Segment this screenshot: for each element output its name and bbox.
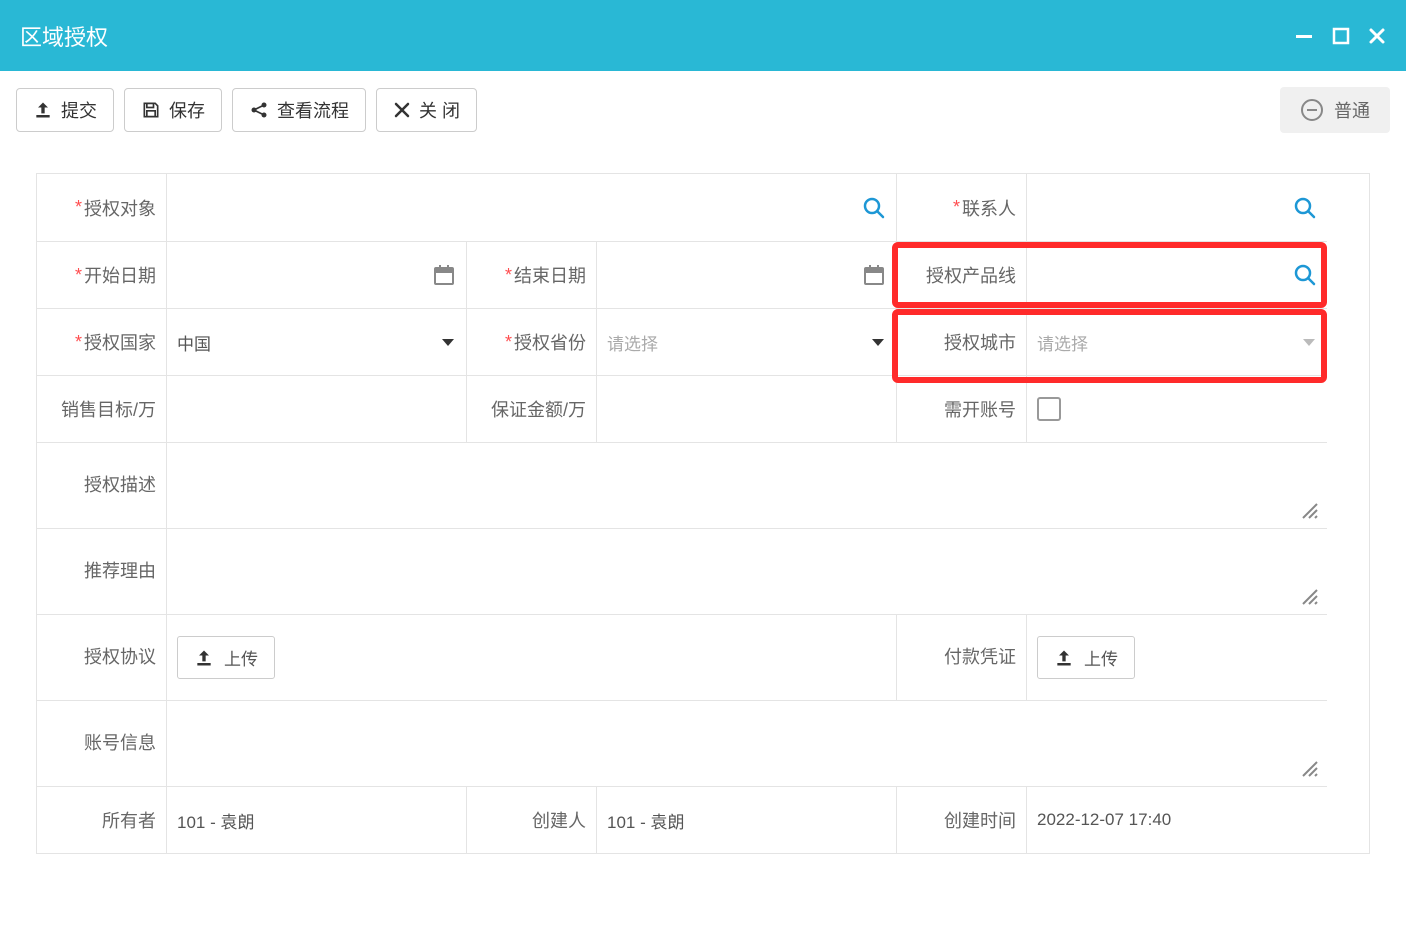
label-creator: 创建人 (467, 786, 597, 853)
upload-agreement-button[interactable]: 上传 (177, 636, 275, 679)
select-country[interactable]: 中国 (167, 308, 467, 375)
upload-icon (194, 648, 214, 668)
upload-icon (1054, 648, 1074, 668)
country-value: 中国 (177, 330, 211, 355)
textarea-description[interactable] (167, 442, 1327, 528)
resize-handle-icon[interactable] (1299, 500, 1319, 520)
value-owner: 101 - 袁朗 (167, 786, 467, 853)
view-process-button[interactable]: 查看流程 (232, 88, 366, 132)
priority-badge[interactable]: 普通 (1280, 87, 1390, 133)
input-sales-target[interactable] (167, 375, 467, 442)
input-product-line[interactable] (1027, 241, 1327, 308)
end-date-field[interactable] (607, 255, 862, 295)
chevron-down-icon (440, 334, 456, 350)
textarea-account-info[interactable] (167, 700, 1327, 786)
chevron-down-icon (870, 334, 886, 350)
minimize-icon[interactable] (1294, 26, 1314, 46)
label-country: *授权国家 (37, 308, 167, 375)
priority-label: 普通 (1334, 97, 1370, 123)
toolbar: 提交 保存 查看流程 关 闭 普通 (0, 71, 1406, 149)
auth-target-field[interactable] (177, 188, 862, 228)
sales-target-field[interactable] (177, 389, 456, 429)
label-city: 授权城市 (897, 308, 1027, 375)
city-placeholder: 请选择 (1037, 330, 1088, 355)
label-contact: *联系人 (897, 174, 1027, 241)
province-placeholder: 请选择 (607, 330, 658, 355)
input-deposit[interactable] (597, 375, 897, 442)
submit-button[interactable]: 提交 (16, 88, 114, 132)
input-start-date[interactable] (167, 241, 467, 308)
priority-icon (1300, 98, 1324, 122)
textarea-recommend[interactable] (167, 528, 1327, 614)
save-icon (141, 100, 161, 120)
checkbox-need-account[interactable] (1027, 375, 1327, 442)
input-contact[interactable] (1027, 174, 1327, 241)
select-city[interactable]: 请选择 (1027, 308, 1327, 375)
view-process-label: 查看流程 (277, 97, 349, 123)
close-button[interactable]: 关 闭 (376, 88, 477, 132)
label-end-date: *结束日期 (467, 241, 597, 308)
product-line-field[interactable] (1037, 255, 1293, 295)
label-account-info: 账号信息 (37, 700, 167, 786)
save-label: 保存 (169, 97, 205, 123)
select-province[interactable]: 请选择 (597, 308, 897, 375)
resize-handle-icon[interactable] (1299, 758, 1319, 778)
label-agreement: 授权协议 (37, 614, 167, 700)
label-start-date: *开始日期 (37, 241, 167, 308)
input-auth-target[interactable] (167, 174, 897, 241)
value-creator: 101 - 袁朗 (597, 786, 897, 853)
form-grid: *授权对象 *联系人 *开始日期 *结束日期 授权产品线 (36, 173, 1370, 854)
label-create-time: 创建时间 (897, 786, 1027, 853)
submit-label: 提交 (61, 97, 97, 123)
start-date-field[interactable] (177, 255, 432, 295)
upload-agreement: 上传 (167, 614, 897, 700)
label-province: *授权省份 (467, 308, 597, 375)
label-deposit: 保证金额/万 (467, 375, 597, 442)
upload-payment-voucher: 上传 (1027, 614, 1327, 700)
close-icon[interactable] (1368, 27, 1386, 45)
label-need-account: 需开账号 (897, 375, 1027, 442)
window-titlebar: 区域授权 (0, 0, 1406, 71)
deposit-field[interactable] (607, 389, 886, 429)
search-icon[interactable] (1293, 196, 1317, 220)
calendar-icon[interactable] (432, 263, 456, 287)
search-icon[interactable] (1293, 263, 1317, 287)
close-label: 关 闭 (419, 97, 460, 123)
input-end-date[interactable] (597, 241, 897, 308)
label-recommend: 推荐理由 (37, 528, 167, 614)
value-create-time: 2022-12-07 17:40 (1027, 786, 1327, 853)
chevron-down-icon (1301, 334, 1317, 350)
label-owner: 所有者 (37, 786, 167, 853)
calendar-icon[interactable] (862, 263, 886, 287)
contact-field[interactable] (1037, 188, 1293, 228)
window-controls (1294, 26, 1386, 46)
label-auth-target: *授权对象 (37, 174, 167, 241)
upload-voucher-button[interactable]: 上传 (1037, 636, 1135, 679)
resize-handle-icon[interactable] (1299, 586, 1319, 606)
maximize-icon[interactable] (1332, 27, 1350, 45)
window-title: 区域授权 (20, 20, 108, 52)
save-button[interactable]: 保存 (124, 88, 222, 132)
upload-icon (33, 100, 53, 120)
need-account-checkbox[interactable] (1037, 397, 1061, 421)
label-product-line: 授权产品线 (897, 241, 1027, 308)
x-icon (393, 101, 411, 119)
share-icon (249, 100, 269, 120)
search-icon[interactable] (862, 196, 886, 220)
label-payment-voucher: 付款凭证 (897, 614, 1027, 700)
label-description: 授权描述 (37, 442, 167, 528)
label-sales-target: 销售目标/万 (37, 375, 167, 442)
